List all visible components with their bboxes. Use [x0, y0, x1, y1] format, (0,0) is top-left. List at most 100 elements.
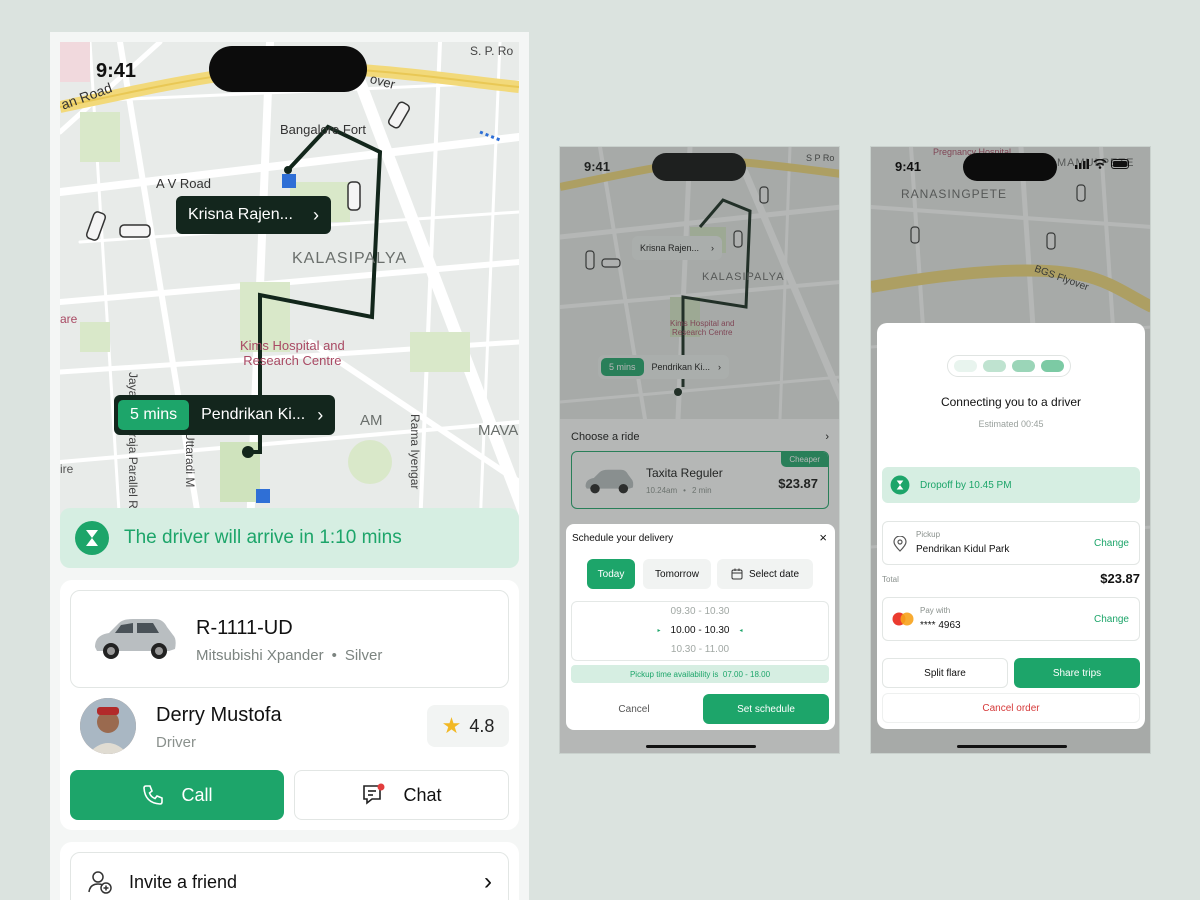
map-label-sp: S. P. Ro: [470, 44, 514, 58]
hourglass-icon: [890, 475, 910, 495]
schedule-title: Schedule your delivery: [572, 533, 674, 544]
map-label-hospital: Kims Hospital and Research Centre: [240, 338, 345, 368]
pickup-value: Pendrikan Kidul Park: [916, 544, 1010, 555]
dot-separator: •: [331, 647, 337, 664]
home-indicator: [646, 745, 756, 748]
map-label-ire: ire: [60, 462, 74, 476]
chat-button[interactable]: Chat: [294, 770, 509, 820]
map-label-fort: Bangalore Fort: [280, 122, 366, 137]
change-pickup-button[interactable]: Change: [1094, 538, 1129, 549]
pay-value: **** 4963: [920, 620, 961, 631]
location-pin-icon: [893, 536, 907, 552]
vehicle-details: Mitsubishi Xpander • Silver: [196, 647, 382, 664]
chevron-right-icon: ›: [484, 868, 492, 895]
vehicle-plate: R-1111-UD: [196, 617, 293, 639]
eta-badge: 5 mins: [118, 400, 190, 430]
arrival-banner: The driver will arrive in 1:10 mins: [60, 508, 519, 568]
set-schedule-button[interactable]: Set schedule: [703, 694, 829, 724]
payment-card: Pay with **** 4963 Change: [882, 597, 1140, 641]
estimated-time: Estimated 00:45: [978, 419, 1044, 429]
driver-name: Derry Mustofa: [156, 704, 282, 726]
progress-step: [1012, 360, 1035, 372]
map-label-parallel: Jayachamaraja Parallel Rd: [126, 372, 140, 516]
star-icon: ★: [441, 713, 462, 738]
chat-icon: [363, 783, 385, 805]
map-label-area: KALASIPALYA: [292, 250, 408, 267]
split-fare-button[interactable]: Split flare: [882, 658, 1008, 688]
close-icon[interactable]: ×: [819, 530, 827, 545]
call-button[interactable]: Call: [70, 770, 284, 820]
triangle-right-icon: ▸: [657, 628, 661, 634]
time-slot-picker[interactable]: 09.30 - 10.30 ▸ 10.00 - 10.30 ◂ 10.30 - …: [571, 601, 829, 661]
driver-photo: [80, 698, 136, 754]
rating-value: 4.8: [469, 715, 495, 736]
time-slot[interactable]: 10.30 - 11.00: [572, 644, 828, 655]
pickup-label: Pickup: [916, 530, 941, 539]
hourglass-icon: [75, 521, 109, 555]
total-value: $23.87: [1100, 571, 1140, 586]
vehicle-card: R-1111-UD Mitsubishi Xpander • Silver: [70, 590, 509, 688]
tab-tomorrow[interactable]: Tomorrow: [643, 559, 711, 589]
share-trips-button[interactable]: Share trips: [1014, 658, 1140, 688]
cancel-button[interactable]: Cancel: [571, 694, 697, 724]
select-date-label: Select date: [748, 568, 800, 580]
dropoff-pill[interactable]: 5 mins Pendrikan Ki... ›: [114, 395, 336, 435]
status-time: 9:41: [895, 159, 922, 174]
map-label-rama: Rama Iyengar: [408, 414, 422, 490]
avatar: [80, 698, 136, 754]
invite-label: Invite a friend: [129, 871, 238, 892]
vehicle-color: Silver: [344, 647, 383, 664]
invite-friend-row[interactable]: Invite a friend ›: [70, 852, 509, 900]
phone-connecting: Pregnancy Hospital RANASINGPETE MAMULPET…: [870, 146, 1151, 754]
arrival-text: The driver will arrive in 1:10 mins: [124, 527, 402, 548]
map-label-uttaradi: Uttaradi M: [183, 432, 197, 488]
call-label: Call: [181, 784, 213, 805]
map-label-mav: MAVA: [478, 422, 519, 439]
chevron-right-icon: ›: [312, 204, 319, 225]
mastercard-icon: [892, 612, 914, 626]
connecting-title: Connecting you to a driver: [940, 395, 1082, 409]
selected-slot-label: 10.00 - 10.30: [670, 625, 730, 636]
signal-icon: [1075, 159, 1089, 169]
pay-label: Pay with: [920, 606, 951, 615]
phone-schedule: S P Ro KALASIPALYA Kims Hospital and Res…: [559, 146, 840, 754]
calendar-icon: [731, 568, 743, 580]
triangle-left-icon: ◂: [739, 628, 743, 634]
connecting-sheet: Connecting you to a driver Estimated 00:…: [877, 323, 1145, 729]
dynamic-island: [209, 46, 367, 92]
driver-role: Driver: [156, 734, 196, 751]
invite-panel: Invite a friend ›: [60, 842, 519, 900]
home-indicator: [957, 745, 1067, 748]
change-payment-button[interactable]: Change: [1094, 614, 1129, 625]
progress-step: [983, 360, 1006, 372]
availability-note: Pickup time availability is 07.00 - 18.0…: [571, 665, 829, 683]
pickup-pill-label: Krisna Rajen...: [188, 206, 293, 223]
status-icons: [1075, 159, 1131, 169]
progress-steps: [947, 355, 1071, 377]
time-slot-selected[interactable]: ▸ 10.00 - 10.30 ◂: [572, 625, 828, 636]
pickup-card: Pickup Pendrikan Kidul Park Change: [882, 521, 1140, 565]
phone-icon: [143, 785, 164, 805]
map-label-are: are: [60, 312, 78, 326]
time-slot[interactable]: 09.30 - 10.30: [572, 606, 828, 617]
rating-badge: ★ 4.8: [427, 705, 509, 747]
dropoff-pill-label: Pendrikan Ki...: [201, 406, 306, 423]
add-user-icon: [88, 871, 112, 894]
driver-panel: R-1111-UD Mitsubishi Xpander • Silver De…: [60, 580, 519, 830]
tab-today[interactable]: Today: [587, 559, 635, 589]
phone-trip-details: an Road S. P. Ro over Bangalore Fort A V…: [50, 32, 529, 900]
dynamic-island: [963, 153, 1057, 181]
schedule-sheet: Schedule your delivery × Today Tomorrow …: [566, 524, 835, 730]
status-time: 9:41: [96, 60, 137, 82]
progress-step: [954, 360, 977, 372]
tab-select-date[interactable]: Select date: [717, 559, 813, 589]
map-label-avroad: A V Road: [156, 176, 211, 191]
cancel-order-button[interactable]: Cancel order: [882, 693, 1140, 723]
dropoff-banner: Dropoff by 10.45 PM: [882, 467, 1140, 503]
map-view[interactable]: an Road S. P. Ro over Bangalore Fort A V…: [60, 42, 519, 528]
wifi-icon: [1093, 159, 1107, 169]
vehicle-model: Mitsubishi Xpander: [196, 647, 324, 664]
map-label-am: AM: [360, 412, 383, 429]
pickup-pill[interactable]: Krisna Rajen... ›: [176, 196, 331, 234]
car-image: [95, 619, 176, 659]
